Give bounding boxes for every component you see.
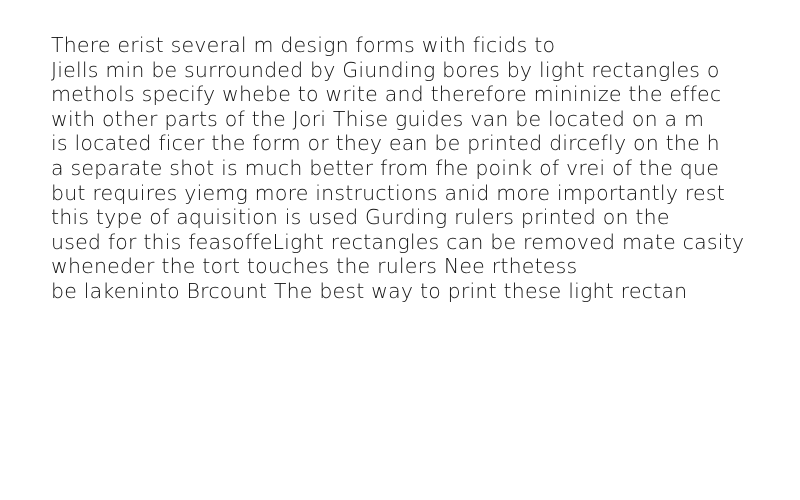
text-line-1: There erist several m design forms with …: [51, 33, 556, 57]
text-line-6: a separate shot is much better from fhe …: [51, 155, 720, 180]
handwritten-text-page: There erist several m design forms with …: [0, 0, 800, 500]
text-line-7: but requires yiemg more instructions ani…: [51, 180, 725, 205]
text-line-2: Jiells min be surrounded by Giunding bor…: [51, 57, 720, 82]
text-line-10: wheneder the tort touches the rulers Nee…: [51, 254, 578, 279]
text-line-4: with other parts of the Jori Thise guide…: [51, 106, 705, 131]
text-line-9: used for this feasoffeLight rectangles c…: [51, 229, 745, 254]
text-line-8: this type of aquisition is used Gurding …: [51, 205, 670, 230]
text-paragraph: There erist several m design forms with …: [51, 33, 744, 304]
text-line-3: methols specify whebe to write and there…: [51, 82, 722, 107]
text-line-11: be lakeninto Brcount The best way to pri…: [51, 278, 688, 303]
text-line-5: is located ficer the form or they ean be…: [51, 131, 720, 156]
